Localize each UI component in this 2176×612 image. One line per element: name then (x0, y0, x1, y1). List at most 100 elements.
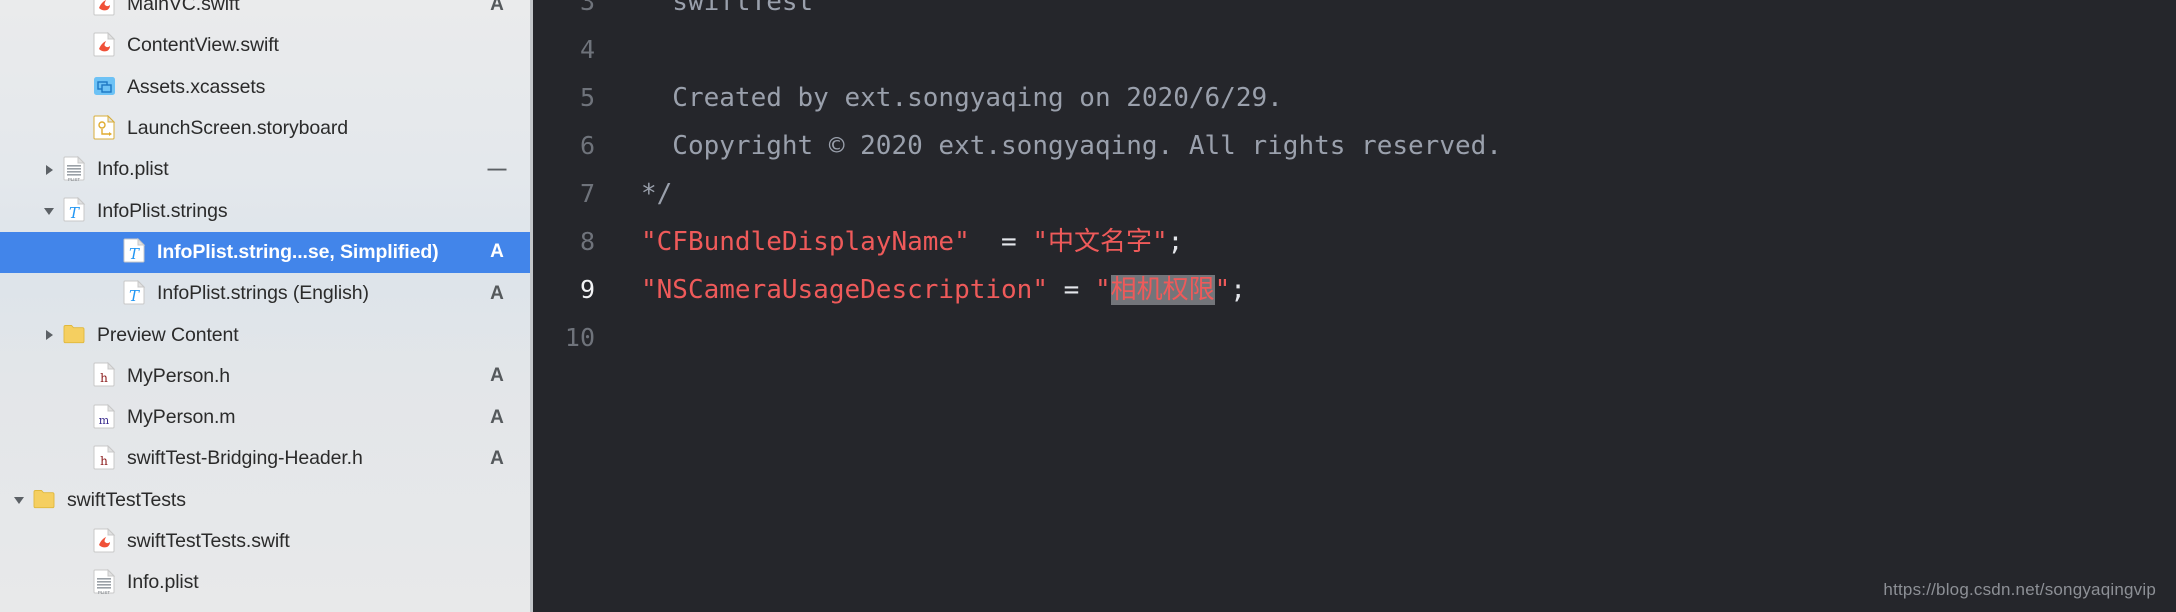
file-tree-row-label: Info.plist (127, 571, 199, 594)
file-tree-row-label: Info.plist (97, 158, 169, 181)
plist-file-icon: PLIST (90, 568, 120, 597)
swift-file-icon (90, 0, 120, 19)
svg-text:h: h (100, 454, 108, 468)
status-badge: A (490, 241, 504, 263)
code-token: "CFBundleDisplayName" (641, 227, 970, 257)
watermark-text: https://blog.csdn.net/songyaqingvip (1883, 580, 2156, 599)
code-lines[interactable]: 3 swiftTest 4 5 Created by ext.songyaqing … (533, 0, 2176, 362)
file-tree-row[interactable]: ContentView.swift (0, 25, 530, 66)
file-tree-row[interactable]: PLIST Info.plist (0, 562, 530, 603)
code-token: "中文名字" (1032, 227, 1168, 257)
chevron-down-icon[interactable] (38, 204, 60, 218)
file-tree-row-label: InfoPlist.strings (English) (157, 282, 369, 305)
line-number: 4 (579, 35, 595, 64)
code-token: ; (1167, 227, 1184, 257)
code-token: = (969, 227, 1033, 257)
chevron-right-icon[interactable] (38, 328, 60, 342)
code-line-text: Created by ext.songyaqing on 2020/6/29. (613, 74, 1283, 122)
code-token: */ (641, 179, 673, 209)
status-badge: A (490, 365, 504, 387)
code-token: "NSCameraUsageDescription" (641, 275, 1048, 305)
chevron-down-icon[interactable] (8, 493, 30, 507)
file-tree-row-label: swiftTestTests (67, 488, 186, 511)
xcode-window: MainVC.swift A ContentView.swift Assets.xca… (0, 0, 2176, 612)
file-tree-row[interactable]: swiftTestTests.swift (0, 521, 530, 562)
code-line[interactable]: 6 Copyright © 2020 ext.songyaqing. All r… (533, 122, 2176, 170)
status-badge: A (490, 406, 504, 428)
file-tree-row-label: MyPerson.m (127, 406, 236, 429)
code-token: swiftTest (641, 0, 814, 17)
status-badge: A (490, 282, 504, 304)
file-tree-row-label: swiftTestTests.swift (127, 530, 290, 552)
svg-text:m: m (99, 414, 110, 427)
code-line[interactable]: 9 "NSCameraUsageDescription" = "相机权限"; (533, 266, 2176, 314)
file-tree-row-label: LaunchScreen.storyboard (127, 117, 349, 140)
file-tree-row[interactable]: m MyPerson.m A (0, 397, 530, 438)
file-tree-row-label: ContentView.swift (127, 34, 279, 57)
file-tree[interactable]: MainVC.swift A ContentView.swift Assets.xca… (0, 0, 530, 603)
code-line[interactable]: 7 */ (533, 170, 2176, 218)
header-file-icon: h (90, 444, 120, 473)
code-token: ; (1230, 275, 1246, 305)
line-number: 7 (579, 179, 595, 208)
code-line[interactable]: 3 swiftTest (533, 0, 2176, 26)
line-number: 6 (579, 131, 595, 160)
file-tree-row[interactable]: Assets.xcassets (0, 67, 530, 108)
swift-file-icon (90, 31, 120, 60)
file-tree-row[interactable]: LaunchScreen.storyboard (0, 108, 530, 149)
code-line[interactable]: 10 (533, 314, 2176, 362)
code-line-text: */ (613, 170, 672, 218)
code-line[interactable]: 8 "CFBundleDisplayName" = "中文名字"; (533, 218, 2176, 266)
code-token: Created by ext.songyaqing on 2020/6/29. (641, 83, 1283, 113)
code-token: " (1094, 275, 1111, 305)
code-token: = (1048, 275, 1095, 305)
status-badge: — (487, 158, 507, 180)
strings-file-icon: T (120, 279, 150, 308)
svg-text:h: h (100, 371, 108, 385)
file-tree-row[interactable]: T InfoPlist.strings (English) A (0, 273, 530, 314)
file-tree-row-label: MyPerson.h (127, 364, 231, 387)
svg-text:T: T (129, 245, 140, 263)
code-line-text: Copyright © 2020 ext.songyaqing. All rig… (613, 122, 1502, 170)
code-token: " (1214, 275, 1231, 305)
svg-text:T: T (69, 204, 80, 222)
code-line-text: swiftTest (613, 0, 813, 26)
file-tree-row-label: swiftTest-Bridging-Header.h (127, 447, 363, 470)
file-tree-row[interactable]: h MyPerson.h A (0, 356, 530, 397)
line-number: 10 (564, 323, 595, 352)
code-line-text: "CFBundleDisplayName" = "中文名字"; (613, 218, 1183, 266)
line-number: 3 (579, 0, 595, 16)
xcassets-folder-icon (90, 73, 120, 101)
file-tree-row[interactable]: swiftTestTests (0, 480, 530, 521)
line-number: 9 (579, 275, 595, 304)
strings-file-icon: T (120, 238, 150, 266)
folder-icon (30, 486, 60, 514)
file-tree-row[interactable]: h swiftTest-Bridging-Header.h A (0, 438, 530, 479)
project-navigator-pane[interactable]: MainVC.swift A ContentView.swift Assets.xca… (0, 0, 533, 612)
chevron-right-icon[interactable] (38, 163, 60, 177)
svg-text:PLIST: PLIST (98, 590, 111, 595)
storyboard-file-icon (90, 114, 120, 143)
svg-text:PLIST: PLIST (68, 177, 81, 182)
file-tree-row-label: InfoPlist.strings (97, 199, 228, 222)
file-tree-row[interactable]: PLIST Info.plist — (0, 149, 530, 190)
strings-file-icon: T (60, 197, 90, 225)
code-token: Copyright © 2020 ext.songyaqing. All rig… (641, 131, 1502, 161)
swift-file-icon (90, 527, 120, 556)
code-editor-pane[interactable]: 3 swiftTest 4 5 Created by ext.songyaqing … (533, 0, 2176, 612)
file-tree-row[interactable]: Preview Content (0, 314, 530, 355)
line-number: 5 (579, 83, 595, 112)
line-number: 8 (579, 227, 595, 256)
code-line-text: "NSCameraUsageDescription" = "相机权限"; (613, 266, 1246, 314)
code-line[interactable]: 4 (533, 26, 2176, 74)
file-tree-row-label: Preview Content (97, 323, 239, 346)
svg-text:T: T (129, 287, 140, 305)
header-file-icon: h (90, 362, 120, 390)
code-line[interactable]: 5 Created by ext.songyaqing on 2020/6/29… (533, 74, 2176, 122)
file-tree-row[interactable]: T InfoPlist.strings (0, 190, 530, 231)
file-tree-row-label: MainVC.swift (127, 0, 240, 16)
file-tree-row-label: Assets.xcassets (127, 75, 266, 98)
selected-text-range: 相机权限 (1110, 275, 1215, 305)
file-tree-row[interactable]: T InfoPlist.string...se, Simplified) A (0, 231, 530, 274)
file-tree-row[interactable]: MainVC.swift A (0, 0, 530, 25)
